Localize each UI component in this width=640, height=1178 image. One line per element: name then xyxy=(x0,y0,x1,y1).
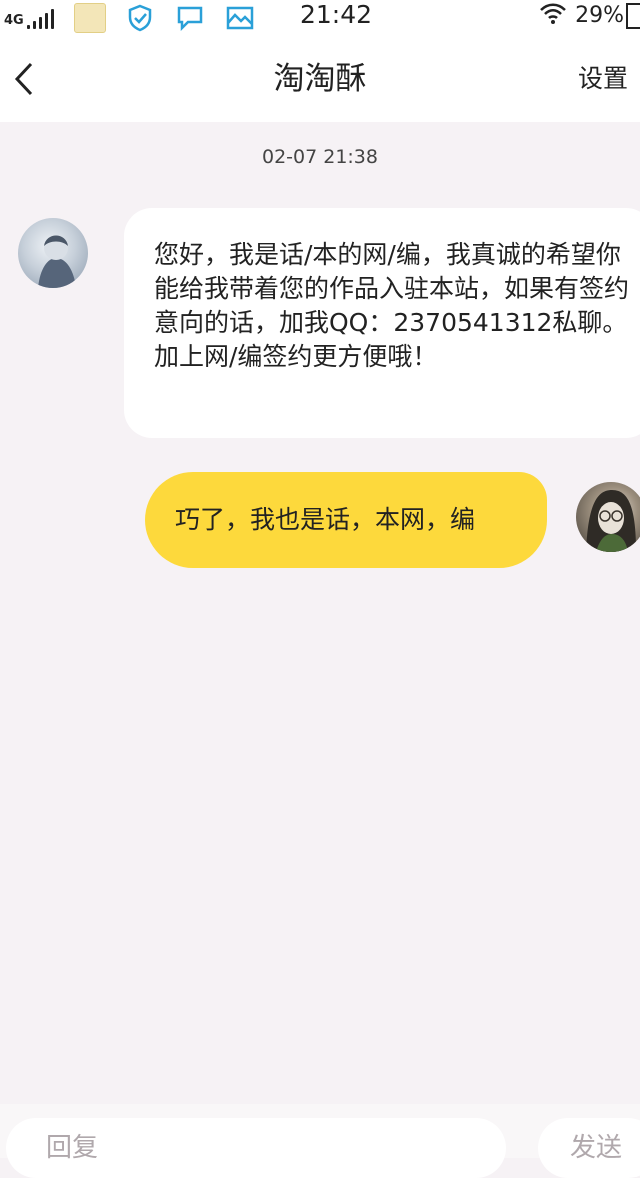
chat-header: 淘淘酥 设置 xyxy=(0,36,640,122)
outgoing-message-bubble[interactable]: 巧了，我也是话，本网，编 xyxy=(145,472,547,568)
status-time: 21:42 xyxy=(300,0,373,29)
battery-icon xyxy=(626,3,640,29)
shield-icon xyxy=(123,3,157,33)
signal-icon xyxy=(26,7,57,29)
status-right: 29% xyxy=(539,0,640,36)
wifi-icon xyxy=(539,3,567,28)
incoming-message-bubble[interactable]: 您好，我是话/本的网/编，我真诚的希望你能给我带着您的作品入驻本站，如果有签约意… xyxy=(124,208,640,438)
reply-bar: 发送 xyxy=(0,1104,640,1178)
gallery-icon xyxy=(223,3,257,33)
page-title: 淘淘酥 xyxy=(273,61,367,97)
sender-avatar[interactable] xyxy=(18,218,88,288)
network-type: 4G xyxy=(4,12,24,28)
message-timestamp: 02-07 21:38 xyxy=(261,146,378,168)
chat-icon xyxy=(173,3,207,33)
status-bar: 4G 21:42 29% xyxy=(0,0,640,36)
status-left: 4G xyxy=(4,0,273,36)
battery-level: 29% xyxy=(575,2,624,28)
send-button[interactable]: 发送 xyxy=(538,1118,640,1178)
settings-button[interactable]: 设置 xyxy=(578,36,628,122)
app-notification-icon xyxy=(73,3,107,33)
user-avatar[interactable] xyxy=(576,482,640,552)
reply-input[interactable] xyxy=(6,1118,506,1178)
incoming-message-text: 您好，我是话/本的网/编，我真诚的希望你能给我带着您的作品入驻本站，如果有签约意… xyxy=(154,240,630,371)
